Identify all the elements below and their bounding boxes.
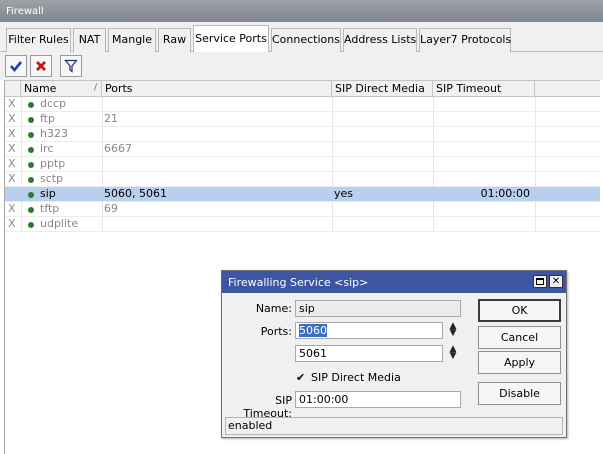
tab-address-lists[interactable]: Address Lists [343, 28, 417, 52]
column-header-ports[interactable]: Ports [102, 81, 332, 97]
disabled-flag: X [8, 127, 16, 140]
x-icon [36, 61, 46, 71]
service-name: ftp [40, 112, 55, 125]
table-row[interactable]: X dccp [5, 97, 600, 112]
service-ports: 5060, 5061 [104, 187, 167, 200]
status-dot-icon [28, 192, 34, 198]
tab-nat[interactable]: NAT [73, 28, 106, 52]
status-text: enabled [228, 419, 273, 432]
status-dot-icon [28, 207, 34, 213]
status-dot-icon [28, 162, 34, 168]
disabled-flag: X [8, 112, 16, 125]
table-row[interactable]: X irc 6667 [5, 142, 600, 157]
disabled-flag: X [8, 217, 16, 230]
tab-connections[interactable]: Connections [271, 28, 341, 52]
firewalling-service-dialog: Firewalling Service <sip> ✕ Name: sip Po… [221, 270, 567, 438]
service-name: irc [40, 142, 54, 155]
dialog-titlebar[interactable]: Firewalling Service <sip> [222, 271, 566, 293]
name-field[interactable]: sip [295, 300, 461, 317]
disabled-flag: X [8, 157, 16, 170]
dialog-title: Firewalling Service <sip> [228, 276, 369, 289]
tab-layer7-protocols[interactable]: Layer7 Protocols [419, 28, 511, 52]
tab-raw[interactable]: Raw [158, 28, 191, 52]
disabled-flag: X [8, 172, 16, 185]
toolbar [0, 52, 603, 80]
tab-mangle[interactable]: Mangle [108, 28, 156, 52]
flag-column-header [5, 81, 21, 97]
port-input-1[interactable]: 5060 [295, 322, 443, 339]
service-name: pptp [40, 157, 66, 170]
ok-button[interactable]: OK [478, 299, 561, 322]
window-title: Firewall [6, 6, 44, 17]
disabled-flag: X [8, 142, 16, 155]
enable-button[interactable] [5, 55, 27, 77]
maximize-icon [536, 278, 544, 285]
sort-indicator: / [93, 83, 97, 93]
service-name: udplite [40, 217, 79, 230]
port-2-updown-icon[interactable]: ▲ ▼ [448, 345, 458, 361]
close-button[interactable]: ✕ [549, 275, 563, 288]
service-sip-timeout: 01:00:00 [480, 187, 530, 200]
table-row[interactable]: X h323 [5, 127, 600, 142]
ports-label: Ports: [260, 325, 292, 338]
service-name: tftp [40, 202, 60, 215]
sip-timeout-input[interactable]: 01:00:00 [295, 391, 461, 408]
apply-button[interactable]: Apply [478, 351, 561, 374]
service-name: h323 [40, 127, 68, 140]
table-row[interactable]: X pptp [5, 157, 600, 172]
status-bar: enabled [225, 417, 563, 435]
disabled-flag: X [8, 97, 16, 110]
column-header-sip-direct-media[interactable]: SIP Direct Media [332, 81, 433, 97]
port-1-updown-icon[interactable]: ▲ ▼ [448, 322, 458, 338]
service-name: dccp [40, 97, 67, 110]
disabled-flag: X [8, 202, 16, 215]
disable-button[interactable] [30, 55, 52, 77]
status-dot-icon [28, 177, 34, 183]
service-ports: 6667 [104, 142, 132, 155]
service-sip-direct-media: yes [334, 187, 354, 200]
table-row-selected[interactable]: sip 5060, 5061 yes 01:00:00 [5, 187, 600, 202]
table-row[interactable]: X ftp 21 [5, 112, 600, 127]
maximize-button[interactable] [533, 275, 547, 288]
port-input-2[interactable]: 5061 [295, 345, 443, 362]
tab-bar: Filter Rules NAT Mangle Raw Service Port… [0, 22, 603, 53]
tab-service-ports[interactable]: Service Ports [193, 25, 269, 53]
cancel-button[interactable]: Cancel [478, 326, 561, 349]
status-dot-icon [28, 117, 34, 123]
sip-direct-media-label: SIP Direct Media [311, 371, 401, 384]
checkmark-icon [10, 61, 23, 73]
name-label: Name: [255, 302, 292, 315]
service-name: sip [40, 187, 56, 200]
column-header-name[interactable]: Name / [21, 81, 102, 97]
disable-button[interactable]: Disable [478, 382, 561, 405]
window-titlebar: Firewall [0, 0, 603, 22]
port-input-1-value: 5060 [299, 324, 327, 337]
service-name: sctp [40, 172, 64, 185]
filter-icon [64, 59, 78, 73]
status-dot-icon [28, 222, 34, 228]
table-header: Name / Ports SIP Direct Media SIP Timeou… [5, 80, 600, 97]
table-row[interactable]: X tftp 69 [5, 202, 600, 217]
table-row[interactable]: X sctp [5, 172, 600, 187]
status-dot-icon [28, 147, 34, 153]
sip-direct-media-checkbox[interactable]: ✔ [296, 372, 307, 383]
column-header-name-label: Name [24, 82, 57, 95]
filter-button[interactable] [60, 55, 82, 77]
service-ports: 21 [104, 112, 118, 125]
service-ports: 69 [104, 202, 118, 215]
column-header-sip-timeout[interactable]: SIP Timeout [433, 81, 535, 97]
table-row[interactable]: X udplite [5, 217, 600, 232]
tab-filter-rules[interactable]: Filter Rules [6, 28, 71, 52]
status-dot-icon [28, 102, 34, 108]
close-icon: ✕ [551, 276, 561, 287]
status-dot-icon [28, 132, 34, 138]
